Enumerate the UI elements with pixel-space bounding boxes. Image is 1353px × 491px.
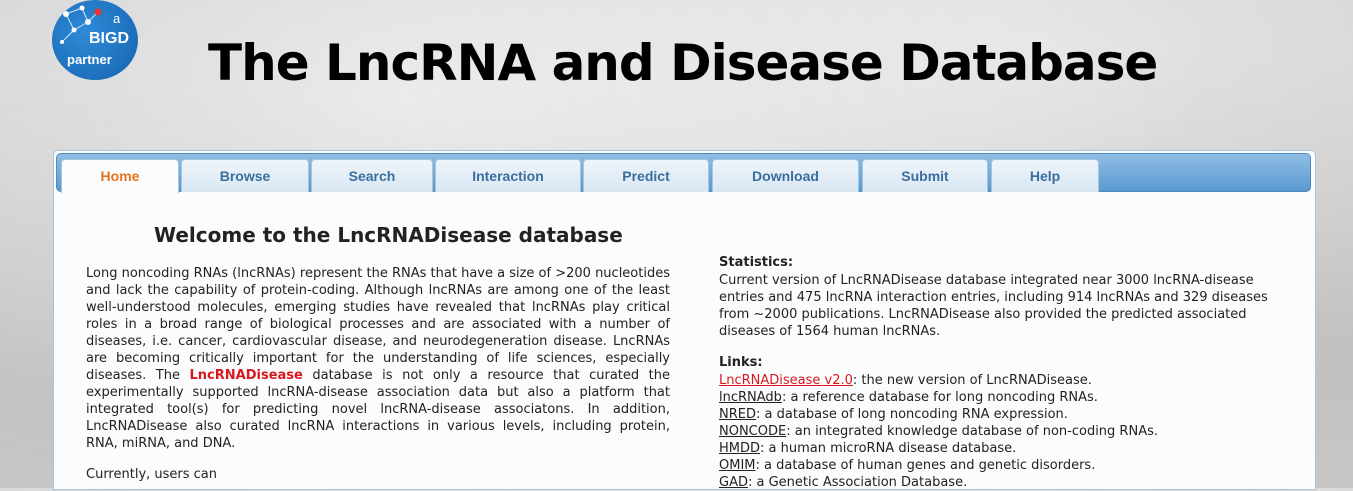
tab-interaction[interactable]: Interaction	[435, 159, 581, 192]
intro-text-before: Long noncoding RNAs (lncRNAs) represent …	[86, 266, 670, 383]
link-hmdd[interactable]: HMDD	[719, 441, 760, 456]
tab-home[interactable]: Home	[61, 159, 179, 193]
tab-predict[interactable]: Predict	[583, 159, 709, 192]
links-list: LncRNADisease v2.0: the new version of L…	[719, 372, 1299, 491]
tab-help[interactable]: Help	[991, 159, 1099, 192]
intro-highlight-lncrnadisease: LncRNADisease	[189, 368, 303, 383]
link-item: lncRNAdb: a reference database for long …	[719, 389, 1299, 406]
statistics-text: Current version of LncRNADisease databas…	[719, 273, 1268, 339]
nav-bar: Home Browse Search Interaction Predict D…	[56, 153, 1311, 193]
welcome-title: Welcome to the LncRNADisease database	[154, 223, 623, 247]
link-item: LncRNADisease v2.0: the new version of L…	[719, 372, 1299, 389]
tab-search[interactable]: Search	[311, 159, 433, 192]
intro-paragraph: Long noncoding RNAs (lncRNAs) represent …	[86, 265, 670, 452]
link-lncrnadisease-v2[interactable]: LncRNADisease v2.0	[719, 373, 853, 388]
bigd-partner-logo[interactable]: a BIGD partner	[52, 0, 138, 80]
link-desc: : a database of long noncoding RNA expre…	[755, 407, 1068, 422]
currently-text: Currently, users can	[86, 467, 218, 482]
link-item: NONCODE: an integrated knowledge databas…	[719, 423, 1299, 440]
links-heading: Links:	[719, 355, 763, 370]
statistics-heading: Statistics:	[719, 255, 794, 270]
link-lncrnadb[interactable]: lncRNAdb	[719, 390, 782, 405]
link-item: NRED: a database of long noncoding RNA e…	[719, 406, 1299, 423]
link-item: OMIM: a database of human genes and gene…	[719, 457, 1299, 474]
link-omim[interactable]: OMIM	[719, 458, 756, 473]
tab-browse[interactable]: Browse	[181, 159, 309, 192]
logo-a-text: a	[113, 11, 121, 26]
link-item: HMDD: a human microRNA disease database.	[719, 440, 1299, 457]
link-item: GAD: a Genetic Association Database.	[719, 474, 1299, 491]
link-desc: : a human microRNA disease database.	[760, 441, 1017, 456]
site-title: The LncRNA and Disease Database	[208, 34, 1158, 92]
tab-submit[interactable]: Submit	[862, 159, 988, 192]
link-nred[interactable]: NRED	[719, 407, 756, 422]
link-desc: : an integrated knowledge database of no…	[786, 424, 1158, 439]
tab-download[interactable]: Download	[712, 159, 859, 192]
logo-partner-text: partner	[67, 52, 112, 67]
link-desc: : the new version of LncRNADisease.	[852, 373, 1092, 388]
link-desc: : a database of human genes and genetic …	[755, 458, 1096, 473]
link-desc: : a reference database for long noncodin…	[781, 390, 1098, 405]
logo-bigd-text: BIGD	[89, 30, 129, 47]
link-noncode[interactable]: NONCODE	[719, 424, 786, 439]
main-panel: Home Browse Search Interaction Predict D…	[53, 150, 1316, 490]
